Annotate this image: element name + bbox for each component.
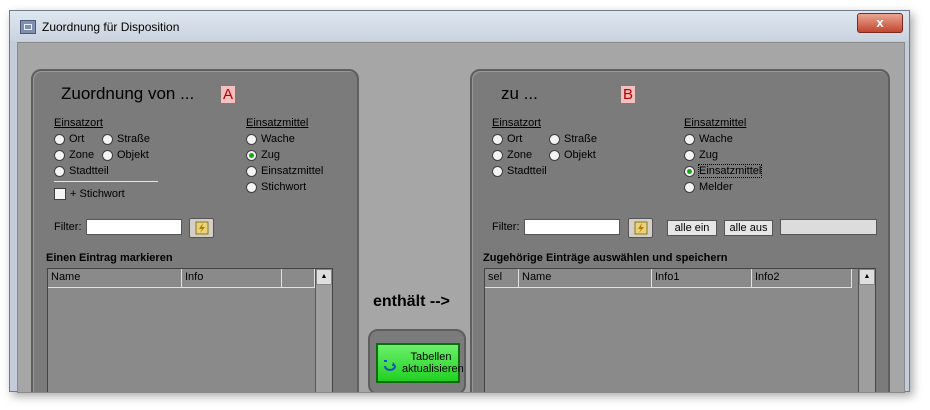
radio-melder[interactable] xyxy=(684,182,695,193)
radio-wache-label: Wache xyxy=(699,133,733,145)
column-header-info2[interactable]: Info2 xyxy=(752,269,852,288)
radio-zone[interactable] xyxy=(492,150,503,161)
select-all-button[interactable]: alle ein xyxy=(667,220,717,236)
radio-zug-label: Zug xyxy=(699,149,718,161)
panel-target-title: zu ... xyxy=(501,84,538,103)
separator xyxy=(54,181,158,182)
radio-wache-label: Wache xyxy=(261,133,295,145)
radio-zone[interactable] xyxy=(54,150,65,161)
source-table[interactable]: Name Info ▲ xyxy=(47,268,333,392)
panel-source-title: Zuordnung von ... xyxy=(61,84,195,103)
arrow-up-icon[interactable]: ▲ xyxy=(316,269,332,285)
radio-wache[interactable] xyxy=(246,134,257,145)
radio-zug[interactable] xyxy=(246,150,257,161)
title-bar: Zuordnung für Disposition x xyxy=(10,11,909,41)
list-source-title: Einen Eintrag markieren xyxy=(46,252,173,264)
refresh-frame: Tabellen aktualisieren xyxy=(368,329,466,392)
radio-ort[interactable] xyxy=(492,134,503,145)
column-header-name[interactable]: Name xyxy=(519,269,652,288)
lightning-icon xyxy=(634,221,648,235)
radio-stichwort[interactable] xyxy=(246,182,257,193)
client-area: Zuordnung von ... A Einsatzort Ort Straß… xyxy=(17,42,905,393)
radio-strasse[interactable] xyxy=(102,134,113,145)
filter-input[interactable] xyxy=(524,219,620,235)
panel-source: Zuordnung von ... A Einsatzort Ort Straß… xyxy=(31,69,359,392)
radio-ort[interactable] xyxy=(54,134,65,145)
column-header-empty xyxy=(282,269,315,288)
column-header-name[interactable]: Name xyxy=(48,269,182,288)
radio-zug-label: Zug xyxy=(261,149,280,161)
stichwort-checkbox[interactable] xyxy=(54,188,66,200)
column-header-info[interactable]: Info xyxy=(182,269,282,288)
radio-stadtteil-label: Stadtteil xyxy=(69,165,109,177)
target-scrollbar[interactable]: ▲ xyxy=(858,269,875,392)
arrow-up-icon[interactable]: ▲ xyxy=(859,269,875,285)
radio-zug[interactable] xyxy=(684,150,695,161)
radio-strasse-label: Straße xyxy=(564,133,598,145)
badge-a: A xyxy=(221,86,236,103)
radio-wache[interactable] xyxy=(684,134,695,145)
radio-stadtteil[interactable] xyxy=(54,166,65,177)
filter-input[interactable] xyxy=(86,219,182,235)
column-header-sel[interactable]: sel xyxy=(485,269,519,288)
radio-strasse[interactable] xyxy=(549,134,560,145)
column-header-info1[interactable]: Info1 xyxy=(652,269,752,288)
radio-einsatzmittel[interactable] xyxy=(246,166,257,177)
stichwort-checkbox-label: + Stichwort xyxy=(70,188,125,200)
filter-label: Filter: xyxy=(492,221,520,233)
radio-ort-label: Ort xyxy=(507,133,523,145)
dialog-window: Zuordnung für Disposition x Zuordnung vo… xyxy=(9,10,910,393)
deselect-all-button[interactable]: alle aus xyxy=(724,220,773,236)
radio-stadtteil[interactable] xyxy=(492,166,503,177)
einsatzort-label: Einsatzort xyxy=(492,117,541,129)
radio-objekt-label: Objekt xyxy=(564,149,596,161)
refresh-arrows-icon xyxy=(384,360,396,371)
radio-objekt-label: Objekt xyxy=(117,149,149,161)
radio-ort-label: Ort xyxy=(69,133,85,145)
radio-strasse-label: Straße xyxy=(117,133,151,145)
refresh-tables-button[interactable]: Tabellen aktualisieren xyxy=(376,343,464,383)
lightning-icon xyxy=(195,221,209,235)
app-icon xyxy=(20,20,36,34)
filter-label: Filter: xyxy=(54,221,82,233)
radio-objekt[interactable] xyxy=(549,150,560,161)
einsatzmittel-label: Einsatzmittel xyxy=(684,117,747,129)
refresh-button-label: Tabellen aktualisieren xyxy=(402,351,464,375)
relation-label: enthält --> xyxy=(373,293,450,310)
radio-zone-label: Zone xyxy=(507,149,533,161)
panel-target: zu ... B Einsatzort Ort Straße Zone Obje… xyxy=(470,69,890,392)
radio-einsatzmittel[interactable] xyxy=(684,166,695,177)
radio-objekt[interactable] xyxy=(102,150,113,161)
einsatzort-label: Einsatzort xyxy=(54,117,103,129)
radio-einsatzmittel-label: Einsatzmittel xyxy=(261,165,324,177)
status-field xyxy=(780,219,877,235)
badge-b: B xyxy=(621,86,636,103)
close-button[interactable]: x xyxy=(857,13,903,33)
filter-button[interactable] xyxy=(628,218,653,238)
radio-stichwort-label: Stichwort xyxy=(261,181,307,193)
filter-button[interactable] xyxy=(189,218,214,238)
target-table[interactable]: sel Name Info1 Info2 ▲ xyxy=(484,268,876,392)
radio-einsatzmittel-label: Einsatzmittel xyxy=(697,164,763,178)
radio-melder-label: Melder xyxy=(699,181,733,193)
window-title: Zuordnung für Disposition xyxy=(42,20,180,34)
radio-stadtteil-label: Stadtteil xyxy=(507,165,547,177)
list-target-title: Zugehörige Einträge auswählen und speich… xyxy=(483,252,728,264)
einsatzmittel-label: Einsatzmittel xyxy=(246,117,309,129)
radio-zone-label: Zone xyxy=(69,149,95,161)
source-scrollbar[interactable]: ▲ xyxy=(315,269,332,392)
